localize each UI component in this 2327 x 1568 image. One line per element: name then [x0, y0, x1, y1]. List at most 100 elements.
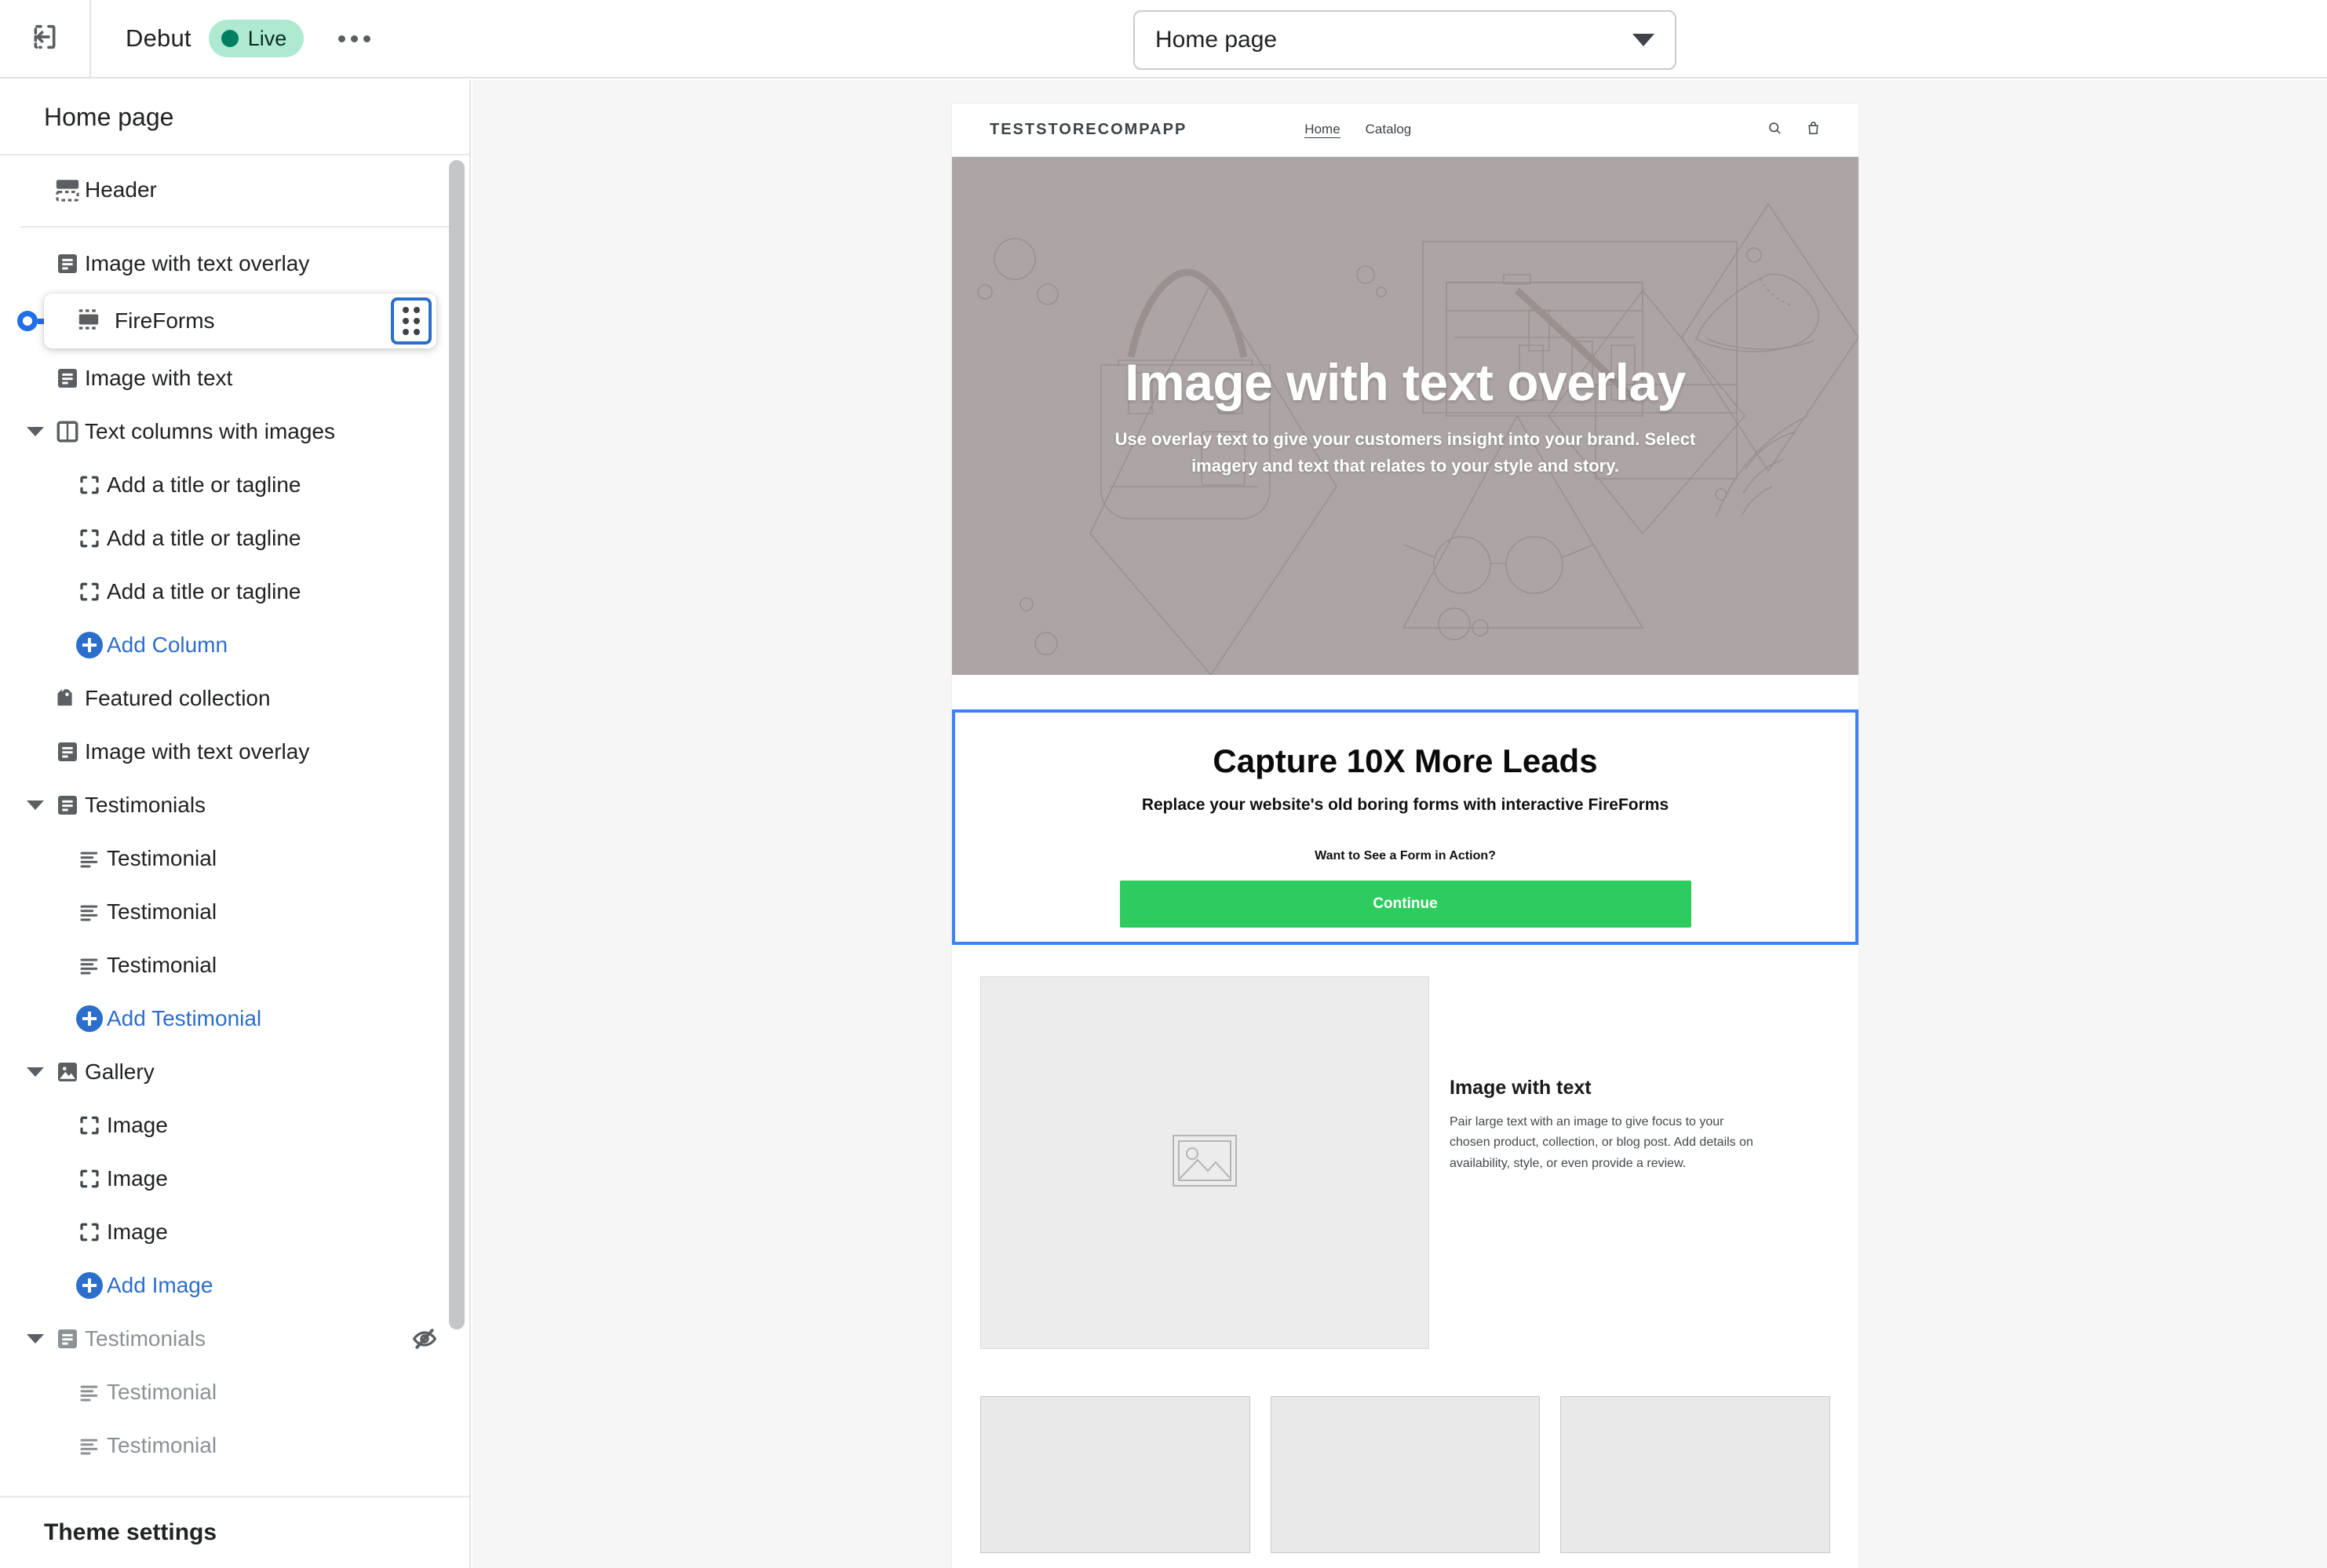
sidebar-item-add-title-tagline-3[interactable]: Add a title or tagline: [0, 565, 469, 618]
sidebar-item-add-image[interactable]: Add Image: [0, 1259, 469, 1312]
sidebar-item-label: Testimonial: [107, 846, 217, 870]
text-section-icon: [50, 1326, 85, 1351]
sidebar-item-image-2[interactable]: Image: [0, 1152, 469, 1205]
shopping-bag-icon[interactable]: [1806, 121, 1821, 140]
sidebar-item-image-1[interactable]: Image: [0, 1099, 469, 1152]
theme-settings-button[interactable]: Theme settings: [0, 1496, 469, 1568]
sidebar-item-label: Image with text overlay: [85, 251, 310, 275]
sidebar-item-label: Testimonials: [85, 793, 206, 817]
sidebar-item-image-3[interactable]: Image: [0, 1205, 469, 1259]
continue-button[interactable]: Continue: [1119, 881, 1691, 928]
exit-editor-button[interactable]: [20, 14, 69, 63]
sidebar-item-add-column[interactable]: Add Column: [0, 618, 469, 672]
sidebar-item-text-columns-with-images[interactable]: Text columns with images: [0, 405, 469, 458]
sidebar-item-label: Text columns with images: [85, 419, 336, 443]
status-badge: Live: [208, 20, 305, 57]
sidebar-item-label: Testimonial: [107, 953, 217, 977]
image-placeholder-icon: [1173, 1135, 1237, 1191]
status-badge-label: Live: [247, 26, 287, 50]
eye-hidden-icon[interactable]: [411, 1326, 438, 1352]
sidebar-item-add-title-tagline-1[interactable]: Add a title or tagline: [0, 458, 469, 512]
sidebar-item-label: Image: [107, 1113, 168, 1137]
header-section-icon: [50, 177, 85, 203]
caret-down-icon[interactable]: [20, 1067, 50, 1077]
bottom-box[interactable]: [1270, 1396, 1541, 1553]
caret-down-icon[interactable]: [20, 427, 50, 436]
sidebar-item-label: Add Column: [107, 633, 228, 657]
sidebar-item-testimonial-hidden-2[interactable]: Testimonial: [0, 1419, 469, 1472]
bottom-boxes-row: [952, 1396, 1858, 1553]
image-with-text-body: Pair large text with an image to give fo…: [1450, 1115, 1753, 1170]
placeholder-block-icon: [72, 527, 107, 550]
sidebar-item-label: Add Testimonial: [107, 1006, 262, 1030]
hero-body: Use overlay text to give your customers …: [1114, 428, 1696, 476]
sidebar-item-header[interactable]: Header: [0, 163, 469, 217]
text-lines-icon: [72, 1380, 107, 1404]
sidebar-item-testimonial-3[interactable]: Testimonial: [0, 939, 469, 992]
sidebar-item-label: Image: [107, 1166, 168, 1191]
sidebar-item-testimonial-1[interactable]: Testimonial: [0, 832, 469, 885]
sidebar-item-label: Add a title or tagline: [107, 472, 301, 497]
sidebar-item-gallery[interactable]: Gallery: [0, 1045, 469, 1099]
sidebar-item-label: Image with text: [85, 366, 233, 390]
text-lines-icon: [72, 847, 107, 870]
sidebar-item-label: Testimonial: [107, 1433, 217, 1457]
sidebar-item-image-with-text-overlay-1[interactable]: Image with text overlay: [0, 237, 469, 290]
sidebar-item-image-with-text[interactable]: Image with text: [0, 352, 469, 405]
bottom-box[interactable]: [980, 1396, 1250, 1553]
page-selector-value: Home page: [1155, 27, 1278, 53]
sidebar-item-add-testimonial[interactable]: Add Testimonial: [0, 992, 469, 1045]
fireforms-section[interactable]: Capture 10X More Leads Replace your webs…: [952, 709, 1858, 945]
placeholder-block-icon: [72, 1220, 107, 1244]
fireforms-question: Want to See a Form in Action?: [1315, 849, 1496, 862]
sidebar-item-label: Header: [85, 177, 157, 202]
plus-circle-icon: [72, 632, 107, 658]
text-section-icon: [50, 251, 85, 276]
text-lines-icon: [72, 1434, 107, 1457]
placeholder-block-icon: [72, 473, 107, 497]
caret-down-icon[interactable]: [20, 800, 50, 810]
sidebar-item-label: Testimonials: [85, 1326, 206, 1351]
nav-link-catalog[interactable]: Catalog: [1366, 122, 1412, 138]
sidebar-item-label: Image with text overlay: [85, 739, 310, 764]
more-actions-button[interactable]: [330, 16, 377, 60]
sidebar-scroll-region: Header Image with text overlay FireForms…: [0, 157, 469, 1496]
sidebar-item-testimonial-2[interactable]: Testimonial: [0, 885, 469, 939]
store-logo: TESTSTORECOMPAPP: [990, 121, 1187, 138]
sidebar-item-label: Add a title or tagline: [107, 579, 301, 603]
sidebar-item-testimonials-1[interactable]: Testimonials: [0, 779, 469, 832]
drag-handle-icon[interactable]: [391, 297, 432, 345]
search-icon[interactable]: [1767, 121, 1782, 140]
storefront-preview: TESTSTORECOMPAPP Home Catalog Image with…: [952, 104, 1858, 1568]
sidebar-divider: [20, 226, 449, 228]
sidebar-item-label: FireForms: [115, 308, 215, 333]
theme-settings-label: Theme settings: [44, 1519, 217, 1545]
sidebar-header: Home page: [0, 80, 469, 155]
plus-circle-icon: [72, 1005, 107, 1032]
sidebar-item-featured-collection[interactable]: Featured collection: [0, 672, 469, 725]
sidebar-item-fireforms[interactable]: FireForms: [0, 290, 469, 352]
sidebar-scrollbar[interactable]: [449, 160, 465, 1329]
image-with-text-section: Image with text Pair large text with an …: [952, 976, 1858, 1349]
hero-title: Image with text overlay: [1125, 352, 1686, 411]
gallery-image-icon: [50, 1059, 85, 1085]
placeholder-block-icon: [72, 1114, 107, 1137]
sidebar-item-label: Testimonial: [107, 899, 217, 924]
toolbar-divider: [89, 0, 91, 78]
image-placeholder[interactable]: [980, 976, 1429, 1349]
text-lines-icon: [72, 900, 107, 924]
nav-link-home[interactable]: Home: [1304, 122, 1340, 138]
fireforms-block-card[interactable]: FireForms: [44, 294, 436, 348]
bottom-box[interactable]: [1560, 1396, 1831, 1553]
sidebar-item-image-with-text-overlay-2[interactable]: Image with text overlay: [0, 725, 469, 779]
top-bar: Debut Live Home page: [0, 0, 2327, 78]
plus-circle-icon: [72, 1272, 107, 1299]
sidebar-item-testimonial-hidden-1[interactable]: Testimonial: [0, 1366, 469, 1419]
theme-name: Debut: [126, 24, 191, 52]
sidebar-item-testimonials-2-hidden[interactable]: Testimonials: [0, 1312, 469, 1366]
caret-down-icon[interactable]: [20, 1334, 50, 1344]
fireforms-heading: Capture 10X More Leads: [1213, 742, 1598, 779]
sidebar-item-add-title-tagline-2[interactable]: Add a title or tagline: [0, 512, 469, 565]
page-selector[interactable]: Home page: [1133, 10, 1676, 70]
hero-line-art-illustration: [977, 202, 1858, 675]
